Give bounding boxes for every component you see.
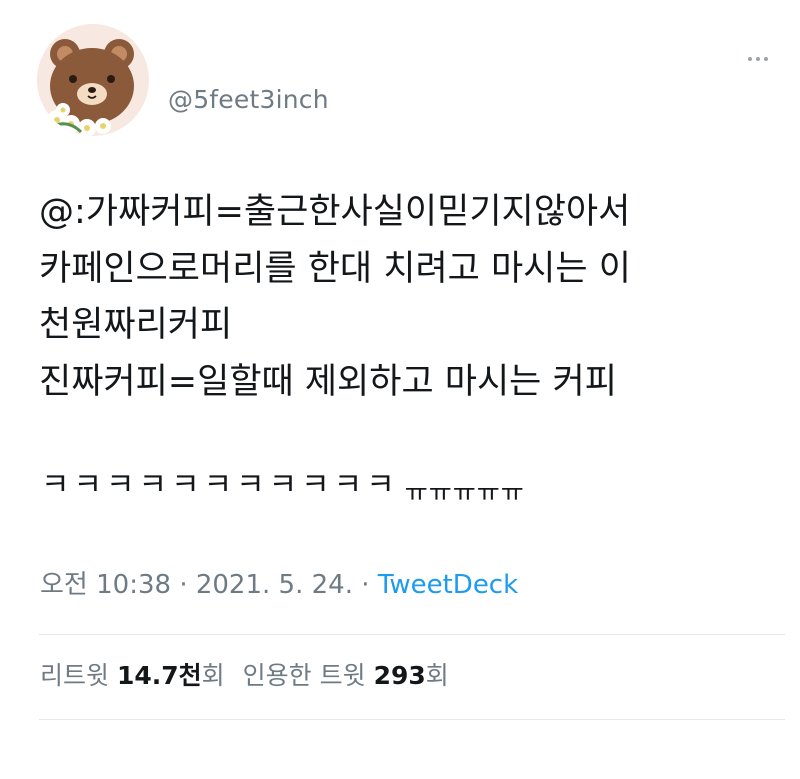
tweet-meta: 오전 10:38 · 2021. 5. 24. · TweetDeck xyxy=(40,565,518,605)
tweet-body: @:가짜커피=출근한사실이믿기지않아서 카페인으로머리를 한대 치려고 마시는 … xyxy=(39,184,789,410)
meta-separator: · xyxy=(361,570,370,600)
divider xyxy=(39,719,785,720)
retweets-count: 14.7천 xyxy=(116,661,202,690)
tweet-body-line: 천원짜리커피 xyxy=(39,305,233,345)
tweet-laugh-line: ㅋㅋㅋㅋㅋㅋㅋㅋㅋㅋㅋ ㅠㅠㅠㅠㅠ xyxy=(41,460,525,512)
cry-text: ㅠㅠㅠㅠㅠ xyxy=(404,478,525,507)
quotes-suffix: 회 xyxy=(425,661,449,690)
tweet-body-line: 카페인으로머리를 한대 치려고 마시는 이 xyxy=(39,248,631,289)
tweet-stats: 리트윗 14.7천회 인용한 트윗 293회 xyxy=(40,656,449,696)
tweet-card: @5feet3inch @:가짜커피=출근한사실이믿기지않아서 카페인으로머리를… xyxy=(0,0,800,779)
tweet-date[interactable]: 2021. 5. 24. xyxy=(196,570,353,600)
user-handle[interactable]: @5feet3inch xyxy=(168,84,329,116)
laugh-text: ㅋㅋㅋㅋㅋㅋㅋㅋㅋㅋㅋ xyxy=(41,467,399,503)
tweet-body-line: 진짜커피=일할때 제외하고 마시는 커피 xyxy=(39,361,617,402)
retweets-label: 리트윗 xyxy=(40,661,110,690)
bear-avatar-icon[interactable] xyxy=(37,24,149,136)
quotes-stat[interactable]: 인용한 트윗 293회 xyxy=(243,661,449,690)
tweet-source-link[interactable]: TweetDeck xyxy=(378,570,518,600)
more-dots-icon[interactable] xyxy=(738,48,778,70)
retweets-suffix: 회 xyxy=(201,661,225,690)
quotes-count: 293 xyxy=(373,661,426,690)
divider xyxy=(39,634,785,635)
retweets-stat[interactable]: 리트윗 14.7천회 xyxy=(40,661,225,690)
quotes-label: 인용한 트윗 xyxy=(242,661,366,690)
tweet-time[interactable]: 오전 10:38 xyxy=(40,570,171,600)
meta-separator: · xyxy=(179,570,188,600)
tweet-body-line: @:가짜커피=출근한사실이믿기지않아서 xyxy=(39,192,631,232)
